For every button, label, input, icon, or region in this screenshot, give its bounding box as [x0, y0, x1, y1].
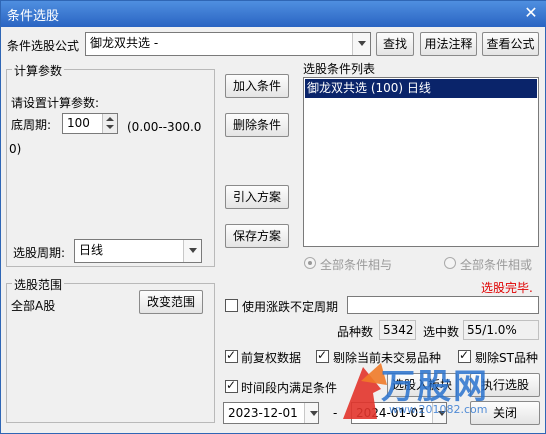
- use-variable-period-label: 使用涨跌不定周期: [242, 300, 339, 314]
- variable-period-input[interactable]: [347, 296, 539, 314]
- time-range-label: 时间段内满足条件: [241, 381, 338, 395]
- chevron-down-icon[interactable]: [352, 33, 370, 55]
- view-formula-button[interactable]: 查看公式: [482, 32, 539, 56]
- params-group-title: 计算参数: [12, 62, 65, 79]
- chevron-down-icon[interactable]: [304, 403, 318, 423]
- add-condition-button[interactable]: 加入条件: [225, 74, 289, 98]
- count-label: 品种数: [337, 325, 374, 339]
- prev-adjust-label: 前复权数据: [241, 351, 302, 365]
- all-or-label: 全部条件相或: [460, 258, 533, 272]
- conditions-list[interactable]: 御龙双共选 (100) 日线: [303, 77, 539, 247]
- count-value: 5342: [379, 320, 416, 340]
- exclude-st-checkbox[interactable]: [458, 348, 471, 363]
- conditions-title: 选股条件列表: [303, 62, 376, 76]
- period-range: (0.00--300.00): [9, 120, 202, 156]
- cycle-select[interactable]: 日线: [74, 239, 202, 263]
- find-button[interactable]: 查找: [376, 32, 414, 56]
- status-message: 选股完毕.: [481, 281, 533, 295]
- condition-stock-picker-window: 条件选股 ✕ 条件选股公式 御龙双共选 - 查找 用法注释 查看公式 计算参数 …: [0, 0, 546, 434]
- change-scope-button[interactable]: 改变范围: [139, 290, 203, 314]
- selected-label: 选中数: [423, 325, 460, 339]
- cycle-value: 日线: [79, 243, 104, 257]
- all-or-radio[interactable]: [444, 257, 456, 269]
- close-icon[interactable]: ✕: [523, 4, 539, 22]
- chevron-down-icon[interactable]: [432, 403, 446, 423]
- formula-label: 条件选股公式: [7, 39, 80, 53]
- use-variable-period-checkbox[interactable]: [225, 299, 238, 312]
- scope-group-title: 选股范围: [12, 276, 65, 293]
- start-date-picker[interactable]: 2023-12-01: [223, 402, 319, 424]
- save-scheme-button[interactable]: 保存方案: [225, 224, 289, 248]
- close-button[interactable]: 关闭: [470, 401, 540, 425]
- import-scheme-button[interactable]: 引入方案: [225, 185, 289, 209]
- all-and-radio[interactable]: [304, 257, 316, 269]
- start-date-value: 2023-12-01: [228, 406, 298, 420]
- exclude-untraded-checkbox[interactable]: [316, 348, 329, 363]
- to-block-button[interactable]: 选股入板块: [387, 373, 457, 397]
- all-and-label: 全部条件相与: [320, 258, 393, 272]
- title-bar: 条件选股 ✕: [1, 1, 546, 27]
- formula-select-value: 御龙双共选 -: [90, 36, 159, 50]
- usage-note-button[interactable]: 用法注释: [420, 32, 477, 56]
- selected-value: 55/1.0%: [463, 320, 539, 340]
- time-range-checkbox[interactable]: [225, 378, 238, 393]
- execute-button[interactable]: 执行选股: [470, 373, 540, 397]
- date-separator: -: [333, 406, 338, 420]
- delete-condition-button[interactable]: 删除条件: [225, 113, 289, 137]
- window-title: 条件选股: [7, 9, 60, 24]
- end-date-picker[interactable]: 2024-01-01: [351, 402, 447, 424]
- formula-select[interactable]: 御龙双共选 -: [85, 32, 371, 56]
- cycle-label: 选股周期:: [13, 246, 66, 260]
- chevron-down-icon[interactable]: [183, 240, 201, 262]
- list-item[interactable]: 御龙双共选 (100) 日线: [305, 79, 537, 98]
- end-date-value: 2024-01-01: [356, 406, 426, 420]
- scope-value: 全部A股: [11, 299, 56, 313]
- exclude-st-label: 剔除ST品种: [475, 351, 538, 365]
- exclude-untraded-label: 剔除当前未交易品种: [333, 351, 442, 365]
- params-prompt: 请设置计算参数:: [11, 96, 100, 110]
- prev-adjust-checkbox[interactable]: [225, 348, 238, 363]
